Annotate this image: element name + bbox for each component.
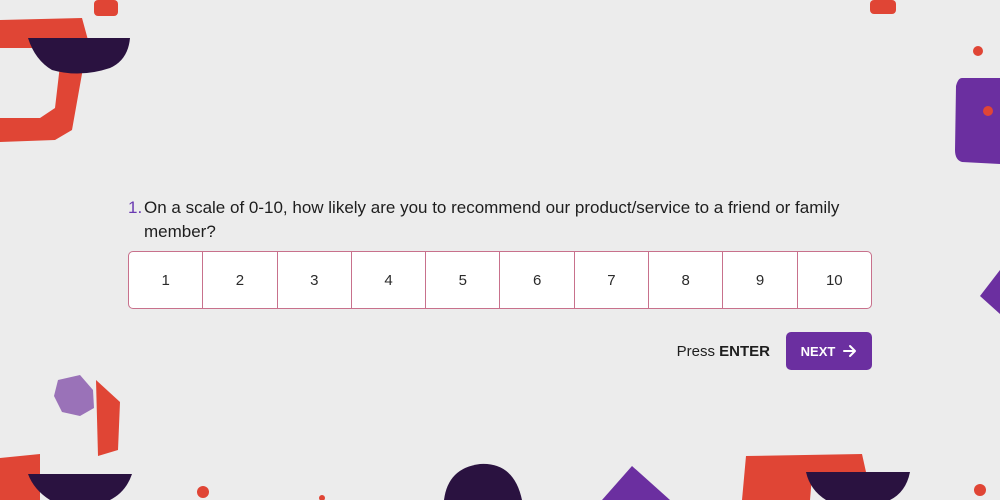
decor-red-dot-right: [973, 46, 983, 56]
decor-purple-square-right: [955, 78, 1000, 164]
scale-option-5[interactable]: 5: [426, 252, 501, 308]
decor-red-top-left-small: [94, 0, 118, 16]
next-button-label: NEXT: [800, 343, 836, 359]
press-hint-key: ENTER: [719, 342, 770, 360]
decor-red-dot-bottom-right: [974, 484, 986, 496]
decor-red-dot-on-square: [983, 106, 993, 116]
next-button[interactable]: NEXT: [786, 332, 872, 370]
decor-purple-triangle-bottom: [602, 466, 670, 500]
press-hint-prefix: Press: [676, 342, 715, 360]
scale-option-3[interactable]: 3: [278, 252, 352, 308]
scale-option-9[interactable]: 9: [723, 252, 798, 308]
decor-dark-bowl-top-left: [28, 38, 130, 74]
rating-scale: 1 2 3 4 5 6 7 8 9 10: [128, 251, 872, 309]
question: 1. On a scale of 0-10, how likely are yo…: [128, 196, 858, 244]
decor-red-top-right: [870, 0, 896, 14]
scale-option-4[interactable]: 4: [352, 252, 427, 308]
decor-purple-diamond-right: [980, 270, 1000, 314]
decor-red-dot-bottom: [197, 486, 209, 498]
decor-lilac-blob-bottom-left: [54, 375, 94, 416]
background-decorations: [0, 0, 1000, 500]
decor-red-shape-bottom-left: [96, 380, 120, 456]
decor-red-frame-top-left: [0, 18, 88, 142]
decor-dark-bowl-bottom-right: [806, 472, 910, 500]
scale-option-2[interactable]: 2: [203, 252, 278, 308]
arrow-right-icon: [843, 345, 857, 357]
scale-option-10[interactable]: 10: [798, 252, 871, 308]
question-text: On a scale of 0-10, how likely are you t…: [144, 198, 840, 241]
scale-option-7[interactable]: 7: [575, 252, 650, 308]
question-number: 1.: [128, 198, 143, 217]
scale-option-1[interactable]: 1: [129, 252, 204, 308]
press-enter-hint: Press ENTER: [677, 343, 770, 360]
decor-red-dot-bottom-small: [319, 495, 325, 500]
decor-dark-bowl-bottom-left: [28, 474, 132, 500]
scale-option-8[interactable]: 8: [649, 252, 724, 308]
question-footer: Press ENTER NEXT: [677, 332, 872, 370]
decor-dark-semicircle-bottom: [444, 463, 522, 500]
scale-option-6[interactable]: 6: [500, 252, 575, 308]
